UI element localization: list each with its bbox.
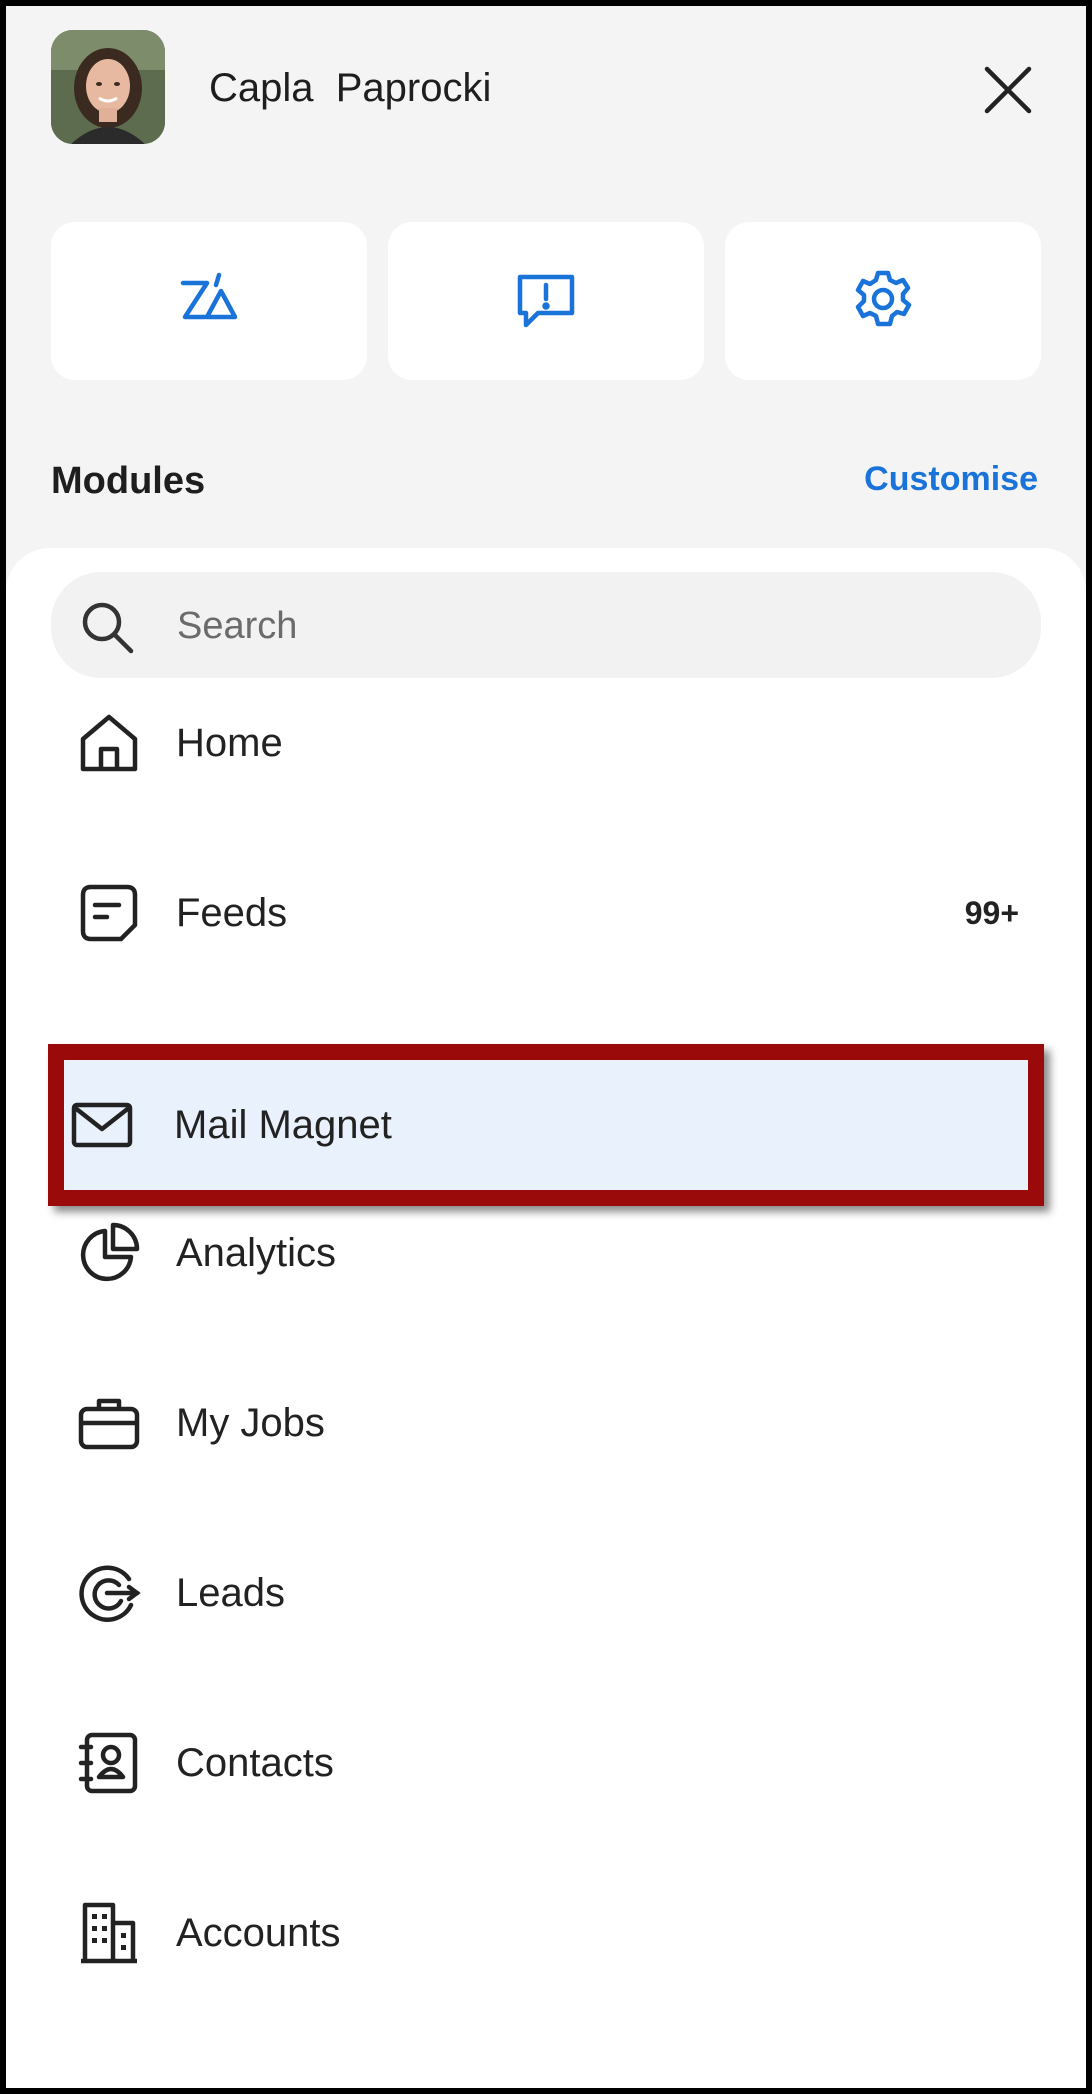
settings-gear-icon bbox=[855, 270, 912, 327]
building-icon bbox=[81, 1902, 137, 1964]
briefcase-icon bbox=[78, 1398, 140, 1450]
module-item-analytics[interactable]: Analytics bbox=[51, 1188, 1041, 1318]
feedback-button[interactable] bbox=[388, 222, 704, 380]
user-name: Capla Paprocki bbox=[209, 66, 492, 110]
zia-icon bbox=[180, 272, 238, 320]
side-menu: Capla Paprocki Modules Customise Search … bbox=[6, 6, 1086, 2088]
feeds-count-badge: 99+ bbox=[964, 894, 1019, 931]
close-icon bbox=[984, 66, 1032, 114]
mail-icon bbox=[71, 1102, 133, 1148]
zia-button[interactable] bbox=[51, 222, 367, 380]
module-item-my-jobs[interactable]: My Jobs bbox=[51, 1358, 1041, 1488]
module-label: Home bbox=[176, 720, 283, 765]
module-item-accounts[interactable]: Accounts bbox=[51, 1868, 1041, 1998]
module-label: Analytics bbox=[176, 1230, 337, 1275]
contact-card-icon bbox=[78, 1732, 138, 1794]
settings-button[interactable] bbox=[725, 222, 1041, 380]
module-label: Accounts bbox=[176, 1910, 341, 1955]
module-item-home[interactable]: Home bbox=[51, 678, 1041, 808]
module-label: Contacts bbox=[176, 1740, 334, 1785]
module-label: Leads bbox=[176, 1570, 285, 1615]
module-item-contacts[interactable]: Contacts bbox=[51, 1698, 1041, 1828]
target-icon bbox=[79, 1565, 141, 1622]
feedback-icon bbox=[517, 274, 575, 328]
module-item-leads[interactable]: Leads bbox=[51, 1528, 1041, 1658]
pie-chart-icon bbox=[80, 1222, 140, 1282]
search-icon bbox=[82, 602, 134, 654]
search-input[interactable] bbox=[175, 572, 999, 680]
modules-title: Modules bbox=[51, 460, 206, 502]
module-item-mail-magnet[interactable]: Mail Magnet bbox=[48, 1044, 1044, 1206]
feeds-icon bbox=[80, 884, 138, 942]
module-item-feeds[interactable]: Feeds 99+ bbox=[51, 848, 1041, 978]
customise-link[interactable]: Customise bbox=[864, 460, 1038, 499]
search-bar[interactable] bbox=[51, 572, 1041, 680]
module-label: My Jobs bbox=[176, 1400, 325, 1445]
home-icon bbox=[80, 714, 138, 772]
modules-panel: Home Feeds 99+ Mail Magnet bbox=[6, 548, 1086, 2088]
module-label: Feeds bbox=[176, 890, 288, 935]
module-label: Mail Magnet bbox=[174, 1102, 392, 1147]
close-button[interactable] bbox=[978, 60, 1038, 120]
avatar[interactable] bbox=[51, 30, 165, 144]
